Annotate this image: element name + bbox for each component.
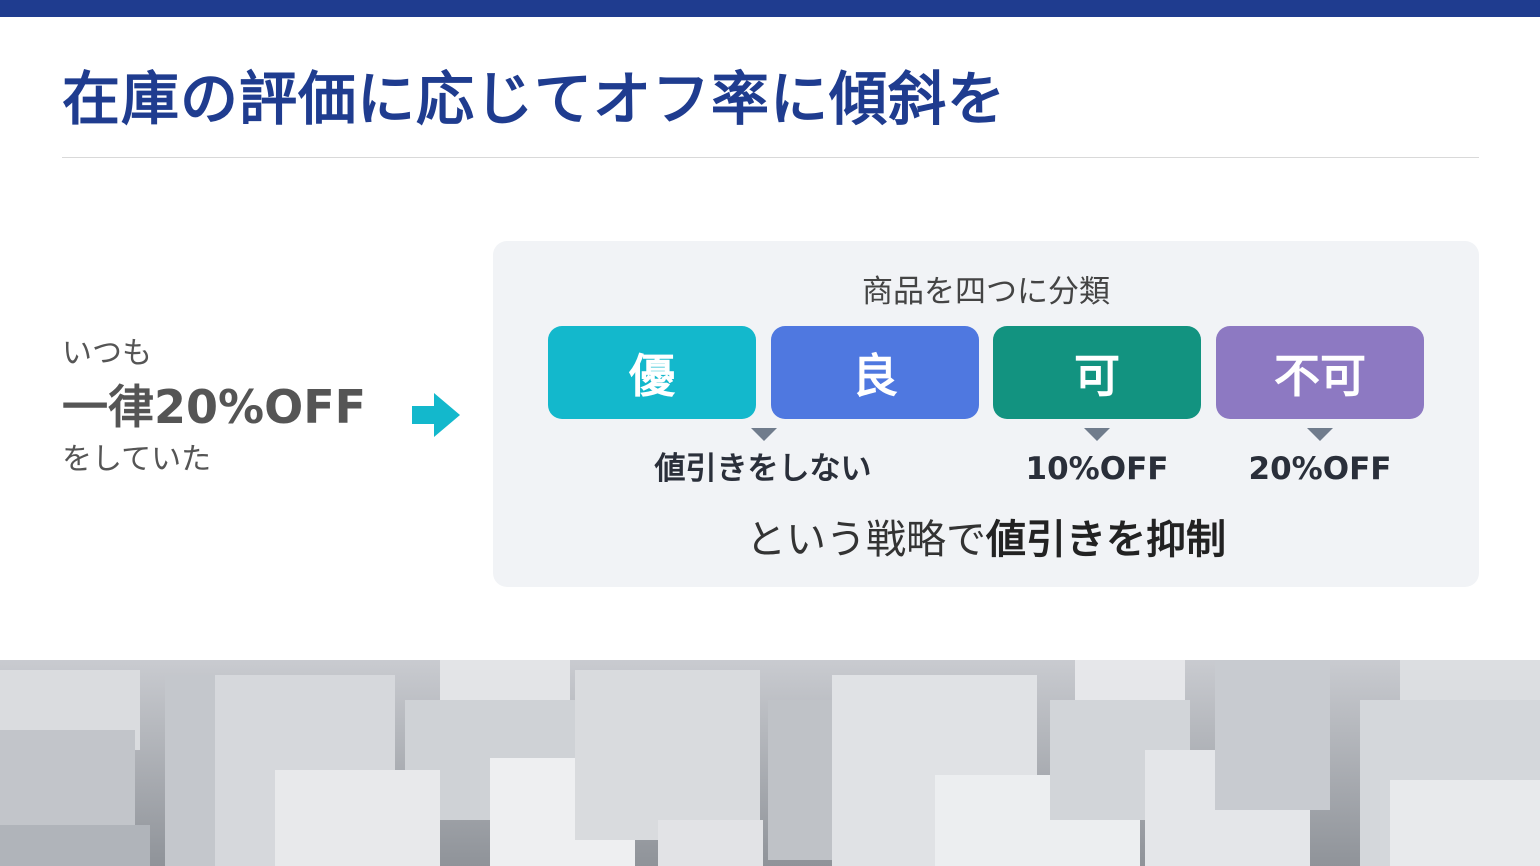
slide-title: 在庫の評価に応じてオフ率に傾斜を (62, 65, 1007, 133)
arrow-right-icon (412, 393, 460, 437)
top-accent-bar (0, 0, 1540, 17)
classification-panel: 商品を四つに分類 優 良 可 不可 値引きをしない 10%OFF 20%OFF … (493, 241, 1479, 587)
current-practice-discount: 一律20%OFF (62, 380, 367, 434)
current-practice-suffix: をしていた (62, 442, 212, 477)
result-no-discount: 値引きをしない (654, 451, 872, 487)
down-triangle-icon (1307, 428, 1333, 441)
result-twenty-percent-off: 20%OFF (1248, 451, 1392, 487)
category-tile-excellent: 優 (548, 326, 756, 419)
down-triangle-icon (751, 428, 777, 441)
down-triangle-icon (1084, 428, 1110, 441)
category-tile-fair: 可 (993, 326, 1201, 419)
strategy-summary: という戦略で値引きを抑制 (493, 514, 1479, 566)
summary-emphasis-text: 値引きを抑制 (986, 517, 1226, 563)
current-practice-block: いつも 一律20%OFF をしていた (62, 334, 402, 480)
result-ten-percent-off: 10%OFF (1025, 451, 1169, 487)
current-practice-prefix: いつも (62, 336, 152, 371)
category-tile-poor: 不可 (1216, 326, 1424, 419)
summary-normal-text: という戦略で (746, 517, 986, 563)
panel-heading: 商品を四つに分類 (862, 274, 1110, 310)
warehouse-boxes-image (0, 660, 1540, 866)
category-tile-good: 良 (771, 326, 979, 419)
title-divider (62, 157, 1479, 158)
